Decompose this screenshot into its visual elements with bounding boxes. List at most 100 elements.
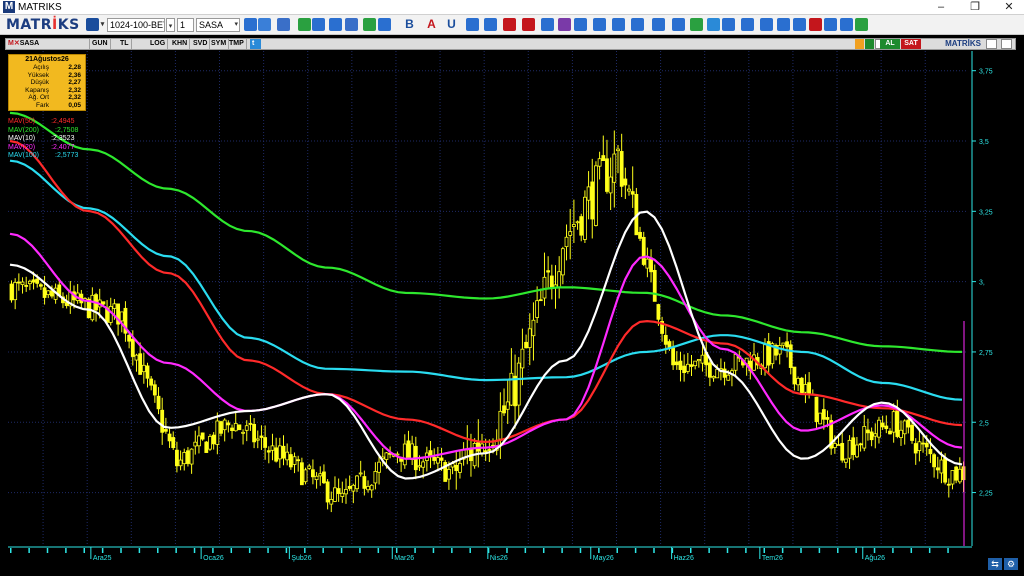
symbol-select[interactable]: SASA ▾ bbox=[196, 18, 240, 32]
candle-body bbox=[807, 382, 812, 395]
data-icon[interactable] bbox=[503, 18, 516, 31]
date-tick bbox=[653, 548, 655, 553]
refresh2-icon[interactable] bbox=[690, 18, 703, 31]
candle-body bbox=[531, 319, 536, 337]
chart2-icon[interactable] bbox=[741, 18, 754, 31]
scroll-chart-icon[interactable]: ⇆ bbox=[988, 558, 1002, 570]
close-button[interactable]: ✕ bbox=[994, 0, 1024, 15]
arrows-icon[interactable] bbox=[777, 18, 790, 31]
candle-body bbox=[428, 450, 433, 457]
chart-close-icon[interactable]: M✕ bbox=[8, 40, 20, 47]
tab-tmp[interactable]: TMP bbox=[227, 39, 247, 49]
fx-icon[interactable] bbox=[558, 18, 571, 31]
tab-gun[interactable]: GUN bbox=[89, 39, 111, 49]
chart-settings-icon[interactable]: ⚙ bbox=[1004, 558, 1018, 570]
twitter-icon[interactable]: t bbox=[250, 39, 261, 49]
candle-body bbox=[255, 438, 260, 441]
candle-body bbox=[649, 257, 653, 273]
tab-khn[interactable]: KHN bbox=[170, 39, 191, 49]
template-select[interactable]: 1024-100-BEYA bbox=[107, 18, 165, 32]
line-chart-icon[interactable] bbox=[541, 18, 554, 31]
grid2-icon[interactable] bbox=[593, 18, 606, 31]
chart-close-button[interactable] bbox=[1001, 39, 1012, 49]
bell-icon[interactable] bbox=[760, 18, 773, 31]
minimize-button[interactable]: – bbox=[926, 0, 956, 15]
chart-restore-icon[interactable] bbox=[986, 39, 997, 49]
a-icon[interactable]: A bbox=[425, 18, 438, 31]
candle-body bbox=[619, 151, 624, 187]
candle-body bbox=[851, 437, 856, 455]
circle-icon[interactable] bbox=[329, 18, 342, 31]
ma-line-mav50[interactable] bbox=[9, 139, 963, 444]
lock-icon[interactable] bbox=[855, 39, 864, 49]
bar-chart-icon[interactable] bbox=[277, 18, 290, 31]
shield-icon[interactable] bbox=[312, 18, 325, 31]
tab-log[interactable]: LOG bbox=[148, 39, 169, 49]
buy-button[interactable]: AL bbox=[880, 39, 900, 49]
cursor-icon[interactable] bbox=[258, 18, 271, 31]
chart-canvas[interactable]: 3,75 3,5 3,25 3, 2,75 2,5 2,25 Ara25 Oca26 Şub26 M… bbox=[5, 51, 1016, 571]
tab-tl[interactable]: TL bbox=[118, 39, 132, 49]
date-tick bbox=[873, 548, 876, 553]
template-select-arrow[interactable]: ▾ bbox=[166, 18, 175, 32]
ma-line-mav200[interactable] bbox=[9, 111, 963, 353]
candle-body bbox=[678, 360, 683, 370]
grid-icon[interactable] bbox=[363, 18, 376, 31]
user-icon[interactable] bbox=[793, 18, 806, 31]
settings-icon[interactable] bbox=[855, 18, 868, 31]
date-tick bbox=[579, 548, 582, 553]
legend-item: MAV(50):2,4945 bbox=[8, 118, 78, 127]
price-chart[interactable]: 3,75 3,5 3,25 3, 2,75 2,5 2,25 Ara25 Oca26 Şub26 M… bbox=[5, 51, 1016, 571]
candle-body bbox=[590, 181, 595, 220]
plugin-icon[interactable] bbox=[722, 18, 735, 31]
image-icon[interactable] bbox=[652, 18, 665, 31]
candle-body bbox=[888, 430, 892, 435]
main-toolbar: MATRİKS ▾ 1024-100-BEYA ▾ 1 SASA▾ BAU bbox=[0, 15, 1024, 35]
candle-body bbox=[696, 359, 701, 362]
chart-symbol-tab[interactable]: M✕SASA bbox=[8, 39, 39, 49]
save-dropdown-icon[interactable]: ▾ bbox=[99, 18, 106, 31]
tab-svd[interactable]: SVD bbox=[191, 39, 211, 49]
palette-icon[interactable] bbox=[298, 18, 311, 31]
calendar-icon[interactable] bbox=[631, 18, 644, 31]
candle-body bbox=[781, 342, 786, 346]
candle-body bbox=[516, 362, 521, 406]
quick-icon[interactable] bbox=[865, 39, 874, 49]
candle-body bbox=[366, 486, 370, 491]
legend-value: :2,4077 bbox=[51, 143, 75, 151]
price-axis[interactable]: 3,75 3,5 3,25 3, 2,75 2,5 2,25 bbox=[971, 51, 993, 546]
date-tick bbox=[46, 548, 49, 553]
candle-body bbox=[627, 188, 631, 192]
camera-icon[interactable] bbox=[824, 18, 837, 31]
twitter-icon[interactable] bbox=[707, 18, 720, 31]
ma-line-mav100[interactable] bbox=[9, 159, 963, 401]
date-axis[interactable]: Ara25 Oca26 Şub26 Mar26 Nis26 May26 Haz26 Tem26… bbox=[8, 546, 972, 562]
maximize-button[interactable]: ❐ bbox=[960, 0, 990, 15]
pen-icon[interactable] bbox=[522, 18, 535, 31]
candle-body bbox=[270, 445, 275, 451]
info-icon[interactable] bbox=[484, 18, 497, 31]
date-tick-label: Ağu26 bbox=[865, 555, 885, 562]
candle-body bbox=[16, 281, 21, 284]
search-icon[interactable] bbox=[672, 18, 685, 31]
legend-label: MAV(10) bbox=[8, 135, 36, 142]
number-select[interactable]: 1 bbox=[177, 18, 194, 32]
b-icon[interactable]: B bbox=[403, 18, 416, 31]
list-icon[interactable] bbox=[345, 18, 358, 31]
refresh-icon[interactable] bbox=[466, 18, 479, 31]
candle-body bbox=[417, 465, 422, 468]
date-tick bbox=[340, 548, 343, 553]
candle-body bbox=[222, 419, 227, 431]
alert-icon[interactable] bbox=[809, 18, 822, 31]
u-icon[interactable]: U bbox=[445, 18, 458, 31]
candle-body bbox=[204, 441, 209, 453]
candle-body bbox=[571, 224, 576, 227]
sell-button[interactable]: SAT bbox=[901, 39, 921, 49]
candle-body bbox=[671, 347, 676, 366]
scale-icon[interactable] bbox=[574, 18, 587, 31]
window-icon[interactable] bbox=[378, 18, 391, 31]
doc-icon[interactable] bbox=[612, 18, 625, 31]
calc-icon[interactable] bbox=[840, 18, 853, 31]
zoom-icon[interactable] bbox=[244, 18, 257, 31]
save-icon[interactable] bbox=[86, 18, 99, 31]
